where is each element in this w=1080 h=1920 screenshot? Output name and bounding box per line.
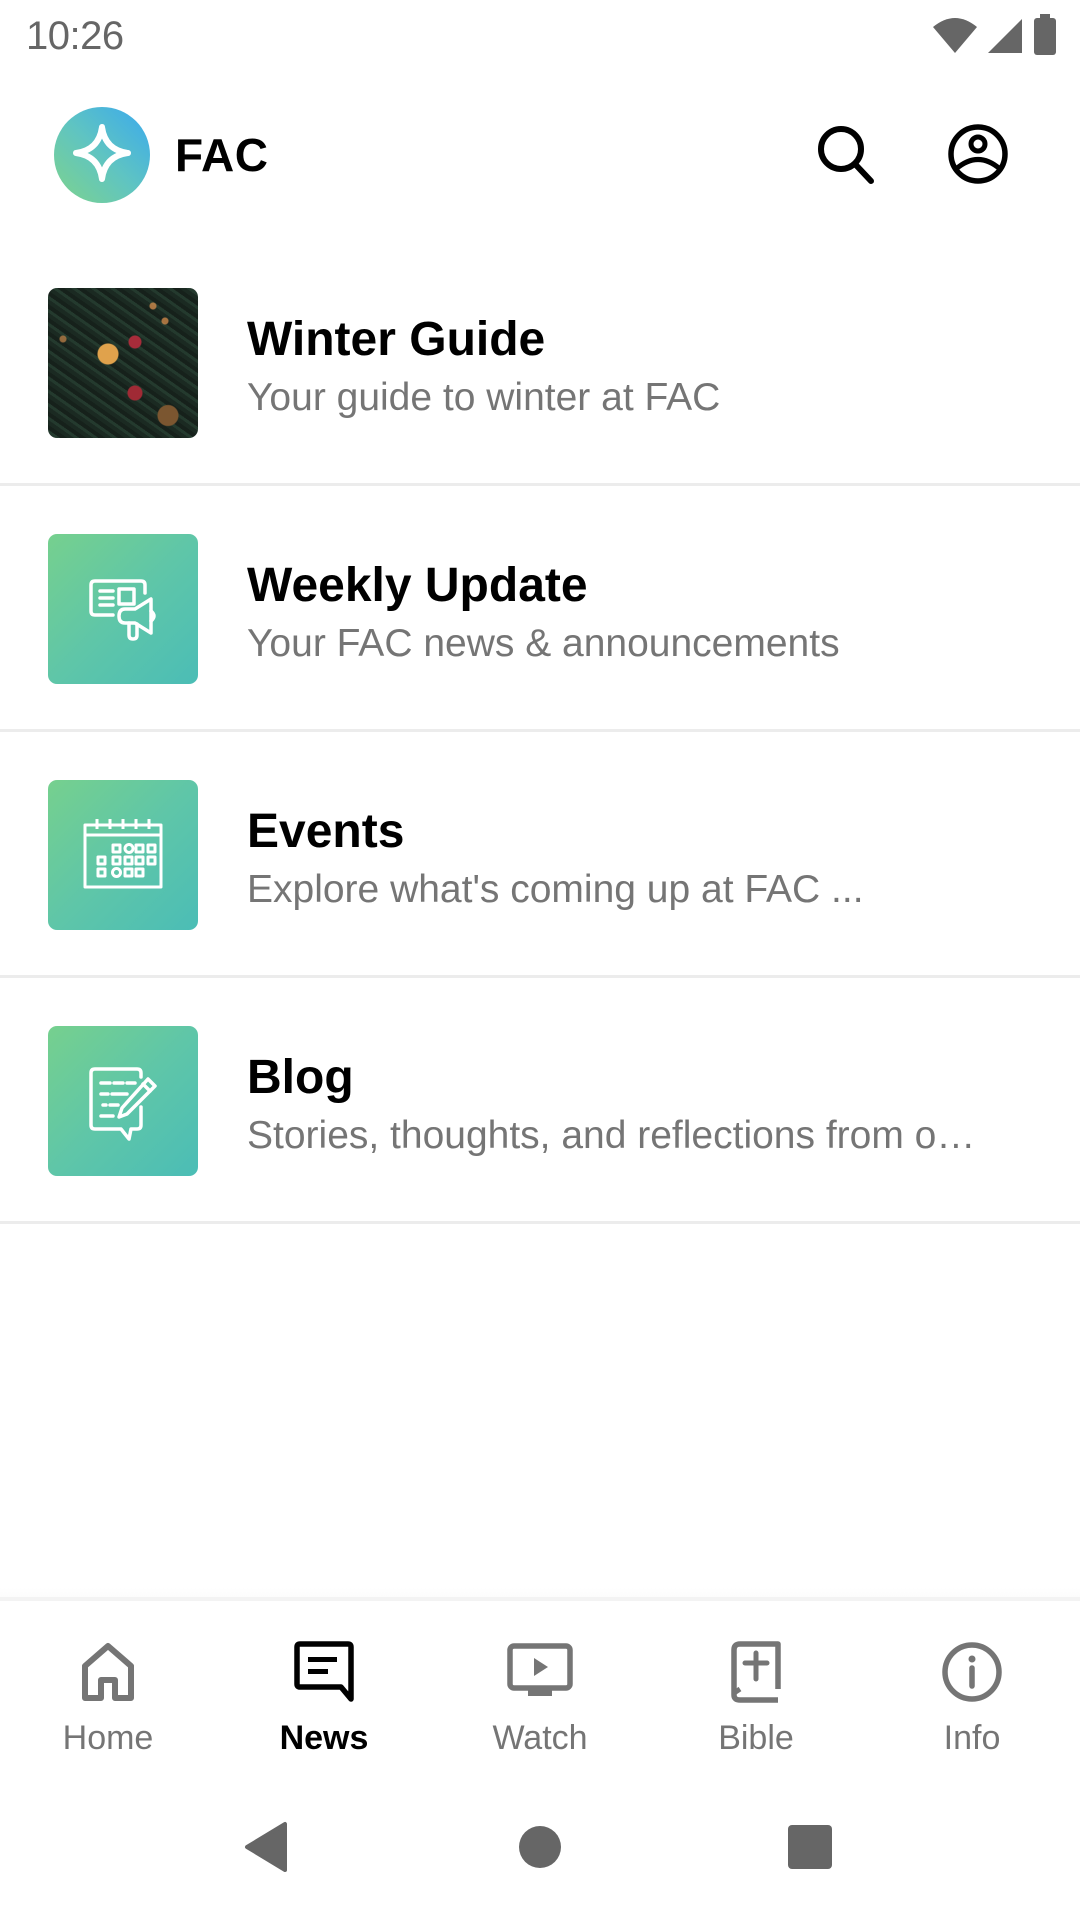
system-recents-button[interactable]: [780, 1819, 840, 1879]
item-title: Blog: [247, 1051, 354, 1104]
item-title: Events: [247, 805, 405, 858]
list-item-events[interactable]: Events Explore what's coming up at FAC .…: [0, 732, 1080, 978]
winter-pine-photo: [48, 288, 198, 438]
nav-news[interactable]: News: [216, 1601, 432, 1775]
item-subtitle: Stories, thoughts, and reflections from …: [247, 1114, 976, 1157]
status-icons: [932, 14, 1058, 56]
nav-label: Watch: [492, 1719, 588, 1757]
nav-info[interactable]: Info: [864, 1601, 1080, 1775]
app-logo: [54, 107, 150, 203]
weekly-update-thumbnail: [48, 534, 198, 684]
home-circle-icon: [518, 1825, 562, 1874]
nav-label: Info: [943, 1719, 1001, 1757]
search-icon: [814, 122, 878, 191]
bible-icon: [723, 1639, 789, 1705]
info-icon: [939, 1639, 1005, 1705]
status-time: 10:26: [26, 14, 124, 58]
cell-signal-icon: [986, 15, 1024, 55]
content-list: Winter Guide Your guide to winter at FAC…: [0, 240, 1080, 1224]
battery-icon: [1032, 14, 1058, 56]
app-title: FAC: [175, 129, 269, 181]
system-back-button[interactable]: [236, 1819, 296, 1879]
list-item-weekly-update[interactable]: Weekly Update Your FAC news & announceme…: [0, 486, 1080, 732]
item-subtitle: Your FAC news & announcements: [247, 622, 840, 665]
item-title: Weekly Update: [247, 559, 588, 612]
recents-square-icon: [787, 1824, 833, 1875]
blog-thumbnail: [48, 1026, 198, 1176]
blog-edit-icon: [75, 1051, 171, 1152]
tv-play-icon: [507, 1639, 573, 1705]
system-home-button[interactable]: [510, 1819, 570, 1879]
bottom-navigation: Home News Watch Bible Info: [0, 1587, 1080, 1775]
list-item-blog[interactable]: Blog Stories, thoughts, and reflections …: [0, 978, 1080, 1224]
app-bar: FAC: [0, 90, 1080, 220]
nav-watch[interactable]: Watch: [432, 1601, 648, 1775]
nav-label: Home: [62, 1719, 154, 1757]
nav-label: Bible: [718, 1719, 794, 1757]
item-subtitle: Explore what's coming up at FAC ...: [247, 868, 864, 911]
sparkle-star-icon: [72, 123, 132, 188]
status-bar: 10:26: [0, 0, 1080, 72]
system-navigation-bar: [0, 1775, 1080, 1920]
item-subtitle: Your guide to winter at FAC: [247, 376, 721, 419]
list-item-winter-guide[interactable]: Winter Guide Your guide to winter at FAC: [0, 240, 1080, 486]
news-message-icon: [291, 1639, 357, 1705]
home-icon: [75, 1639, 141, 1705]
nav-bible[interactable]: Bible: [648, 1601, 864, 1775]
account-circle-icon: [946, 122, 1010, 191]
events-thumbnail: [48, 780, 198, 930]
profile-button[interactable]: [942, 120, 1014, 192]
wifi-icon: [932, 15, 978, 55]
search-button[interactable]: [810, 120, 882, 192]
nav-label: News: [279, 1719, 369, 1757]
nav-home[interactable]: Home: [0, 1601, 216, 1775]
item-title: Winter Guide: [247, 313, 546, 366]
megaphone-announcement-icon: [75, 559, 171, 660]
calendar-icon: [73, 805, 173, 906]
back-triangle-icon: [243, 1821, 289, 1878]
